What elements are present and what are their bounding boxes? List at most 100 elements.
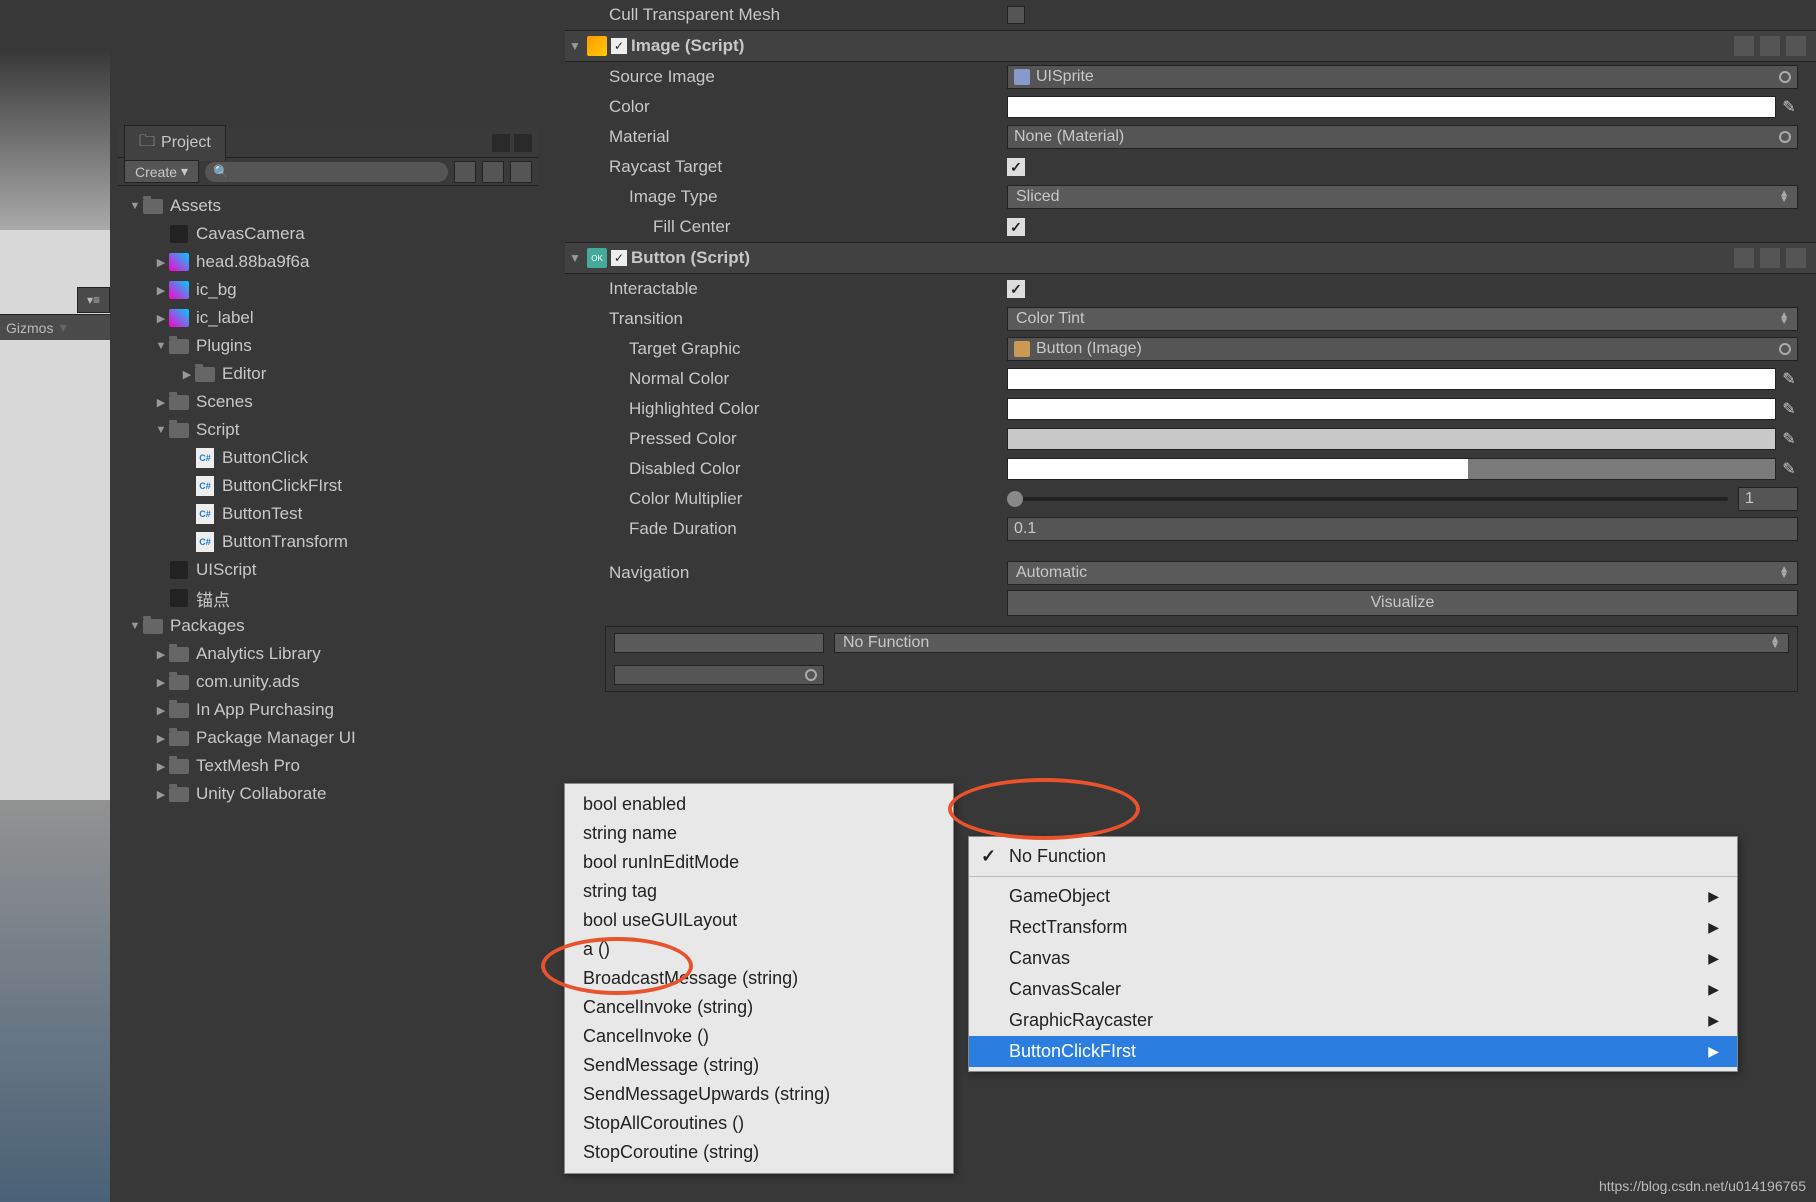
menu-item[interactable]: StopAllCoroutines () bbox=[565, 1109, 953, 1138]
tree-item[interactable]: ▼Plugins bbox=[118, 332, 538, 360]
menu-item[interactable]: GameObject▶ bbox=[969, 881, 1737, 912]
event-function-dropdown[interactable]: No Function▲▼ bbox=[834, 633, 1789, 653]
transition-dropdown[interactable]: Color Tint▲▼ bbox=[1007, 307, 1798, 331]
preset-icon[interactable] bbox=[1760, 248, 1780, 268]
expand-arrow-icon[interactable]: ▼ bbox=[128, 620, 142, 632]
menu-item[interactable]: CancelInvoke (string) bbox=[565, 993, 953, 1022]
expand-arrow-icon[interactable]: ▶ bbox=[154, 704, 168, 717]
help-icon[interactable] bbox=[1734, 36, 1754, 56]
material-field[interactable]: None (Material) bbox=[1007, 125, 1798, 149]
menu-item[interactable]: string tag bbox=[565, 877, 953, 906]
navigation-dropdown[interactable]: Automatic▲▼ bbox=[1007, 561, 1798, 585]
raycast-checkbox[interactable]: ✓ bbox=[1007, 158, 1025, 176]
gear-icon[interactable] bbox=[1786, 36, 1806, 56]
component-image-header[interactable]: ▼ ✓ Image (Script) bbox=[565, 30, 1816, 62]
filter-by-type-icon[interactable] bbox=[454, 161, 476, 183]
expand-arrow-icon[interactable]: ▶ bbox=[154, 732, 168, 745]
component-button-header[interactable]: ▼ OK ✓ Button (Script) bbox=[565, 242, 1816, 274]
save-search-icon[interactable] bbox=[510, 161, 532, 183]
menu-item[interactable]: string name bbox=[565, 819, 953, 848]
event-target-field[interactable] bbox=[614, 665, 824, 685]
tree-item[interactable]: ▶In App Purchasing bbox=[118, 696, 538, 724]
tree-item[interactable]: ▶ic_bg bbox=[118, 276, 538, 304]
tree-item[interactable]: ▶Analytics Library bbox=[118, 640, 538, 668]
tree-item[interactable]: ▶TextMesh Pro bbox=[118, 752, 538, 780]
image-enabled-checkbox[interactable]: ✓ bbox=[611, 38, 627, 54]
image-color-field[interactable] bbox=[1007, 96, 1776, 118]
expand-arrow-icon[interactable]: ▼ bbox=[569, 251, 583, 265]
panel-menu-icon[interactable] bbox=[514, 134, 532, 152]
object-picker-icon[interactable] bbox=[805, 669, 817, 681]
tree-item[interactable]: ▶Unity Collaborate bbox=[118, 780, 538, 808]
visualize-button[interactable]: Visualize bbox=[1007, 590, 1798, 616]
disabled-color-field[interactable] bbox=[1007, 458, 1776, 480]
tree-item[interactable]: ▶Package Manager UI bbox=[118, 724, 538, 752]
panel-lock-icon[interactable] bbox=[492, 134, 510, 152]
tree-item[interactable]: ▼Script bbox=[118, 416, 538, 444]
menu-item-no-function[interactable]: ✓ No Function bbox=[969, 841, 1737, 872]
menu-item[interactable]: CancelInvoke () bbox=[565, 1022, 953, 1051]
fill-center-checkbox[interactable]: ✓ bbox=[1007, 218, 1025, 236]
filter-by-label-icon[interactable] bbox=[482, 161, 504, 183]
tree-item[interactable]: ▶ic_label bbox=[118, 304, 538, 332]
eyedropper-icon[interactable]: ✎ bbox=[1780, 398, 1798, 420]
expand-arrow-icon[interactable]: ▼ bbox=[569, 39, 583, 53]
target-graphic-field[interactable]: Button (Image) bbox=[1007, 337, 1798, 361]
tree-item[interactable]: 锚点 bbox=[118, 584, 538, 612]
tree-item[interactable]: UIScript bbox=[118, 556, 538, 584]
menu-item[interactable]: a () bbox=[565, 935, 953, 964]
expand-arrow-icon[interactable]: ▶ bbox=[154, 676, 168, 689]
fade-duration-input[interactable]: 0.1 bbox=[1007, 517, 1798, 541]
image-type-dropdown[interactable]: Sliced▲▼ bbox=[1007, 185, 1798, 209]
menu-item[interactable]: Canvas▶ bbox=[969, 943, 1737, 974]
expand-arrow-icon[interactable]: ▶ bbox=[154, 760, 168, 773]
menu-item[interactable]: bool useGUILayout bbox=[565, 906, 953, 935]
tree-item[interactable]: ▶com.unity.ads bbox=[118, 668, 538, 696]
expand-arrow-icon[interactable]: ▼ bbox=[154, 424, 168, 436]
eyedropper-icon[interactable]: ✎ bbox=[1780, 96, 1798, 118]
menu-item[interactable]: ButtonClickFIrst▶ bbox=[969, 1036, 1737, 1067]
menu-item[interactable]: bool runInEditMode bbox=[565, 848, 953, 877]
tree-item[interactable]: ▶Scenes bbox=[118, 388, 538, 416]
menu-item[interactable]: SendMessageUpwards (string) bbox=[565, 1080, 953, 1109]
menu-item[interactable]: StopCoroutine (string) bbox=[565, 1138, 953, 1167]
tab-project[interactable]: 🗀 Project bbox=[124, 125, 226, 161]
preset-icon[interactable] bbox=[1760, 36, 1780, 56]
menu-item[interactable]: SendMessage (string) bbox=[565, 1051, 953, 1080]
tree-item[interactable]: ▶head.88ba9f6a bbox=[118, 248, 538, 276]
tree-item[interactable]: C#ButtonTransform bbox=[118, 528, 538, 556]
object-picker-icon[interactable] bbox=[1779, 71, 1791, 83]
tree-folder-assets[interactable]: ▼ Assets bbox=[118, 192, 538, 220]
expand-arrow-icon[interactable]: ▶ bbox=[180, 368, 194, 381]
interactable-checkbox[interactable]: ✓ bbox=[1007, 280, 1025, 298]
expand-arrow-icon[interactable]: ▶ bbox=[154, 396, 168, 409]
menu-item[interactable]: bool enabled bbox=[565, 790, 953, 819]
tree-item[interactable]: C#ButtonClick bbox=[118, 444, 538, 472]
menu-item[interactable]: BroadcastMessage (string) bbox=[565, 964, 953, 993]
object-picker-icon[interactable] bbox=[1779, 343, 1791, 355]
expand-arrow-icon[interactable]: ▼ bbox=[128, 200, 142, 212]
pressed-color-field[interactable] bbox=[1007, 428, 1776, 450]
tree-item[interactable]: C#ButtonTest bbox=[118, 500, 538, 528]
source-image-field[interactable]: UISprite bbox=[1007, 65, 1798, 89]
tree-item[interactable]: C#ButtonClickFIrst bbox=[118, 472, 538, 500]
normal-color-field[interactable] bbox=[1007, 368, 1776, 390]
color-multiplier-slider[interactable] bbox=[1007, 497, 1728, 501]
expand-arrow-icon[interactable]: ▶ bbox=[154, 788, 168, 801]
expand-arrow-icon[interactable]: ▶ bbox=[154, 648, 168, 661]
expand-arrow-icon[interactable]: ▼ bbox=[154, 340, 168, 352]
gizmos-dropdown[interactable]: Gizmos ▾ bbox=[0, 314, 110, 340]
eyedropper-icon[interactable]: ✎ bbox=[1780, 368, 1798, 390]
tree-folder-packages[interactable]: ▼ Packages bbox=[118, 612, 538, 640]
highlighted-color-field[interactable] bbox=[1007, 398, 1776, 420]
tree-item[interactable]: CavasCamera bbox=[118, 220, 538, 248]
tree-item[interactable]: ▶Editor bbox=[118, 360, 538, 388]
panel-handle[interactable]: ▾≡ bbox=[77, 287, 110, 313]
cull-transparent-checkbox[interactable] bbox=[1007, 6, 1025, 24]
menu-item[interactable]: GraphicRaycaster▶ bbox=[969, 1005, 1737, 1036]
menu-item[interactable]: CanvasScaler▶ bbox=[969, 974, 1737, 1005]
menu-item[interactable]: RectTransform▶ bbox=[969, 912, 1737, 943]
create-button[interactable]: Create ▾ bbox=[124, 160, 199, 183]
expand-arrow-icon[interactable]: ▶ bbox=[154, 312, 168, 325]
button-enabled-checkbox[interactable]: ✓ bbox=[611, 250, 627, 266]
